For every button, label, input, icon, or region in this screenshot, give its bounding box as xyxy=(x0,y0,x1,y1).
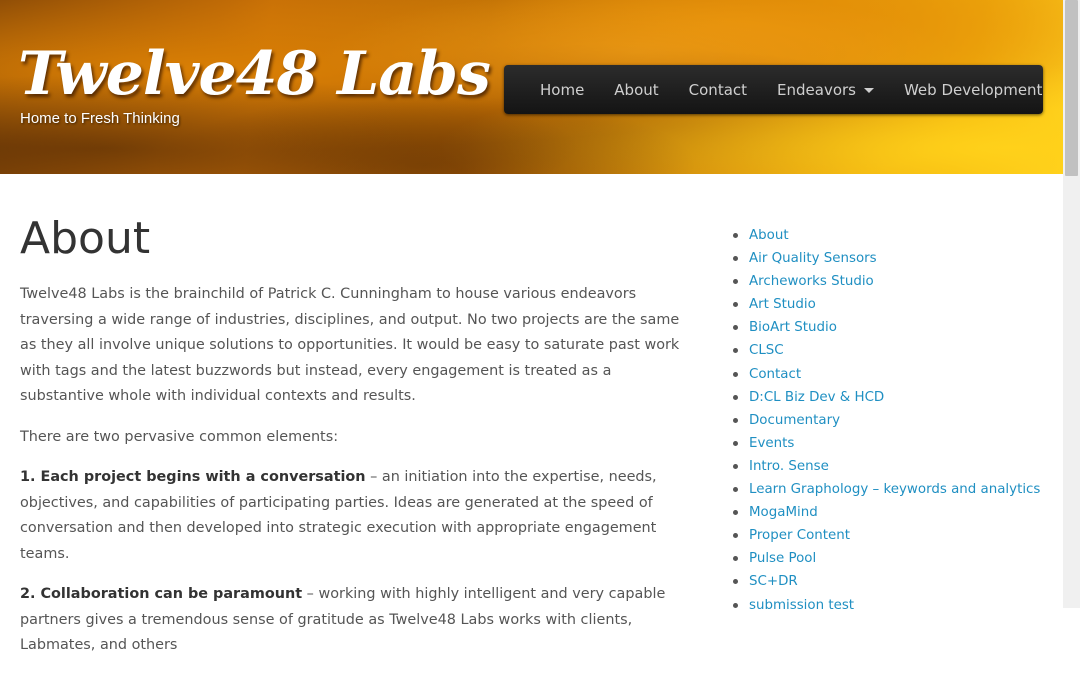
sidebar-item: Art Studio xyxy=(733,293,1053,316)
sidebar-link-dcl-biz-dev[interactable]: D:CL Biz Dev & HCD xyxy=(749,390,884,405)
main-navbar: Home About Contact Endeavors Web Develop… xyxy=(504,65,1043,114)
point-two-paragraph: 2. Collaboration can be paramount – work… xyxy=(20,582,690,659)
scrollbar-thumb[interactable] xyxy=(1065,0,1078,176)
page-scrollbar[interactable] xyxy=(1063,0,1080,608)
sidebar-item: About xyxy=(733,224,1053,247)
sidebar-item: MogaMind xyxy=(733,501,1053,524)
nav-contact-label: Contact xyxy=(688,80,748,99)
sidebar-item: BioArt Studio xyxy=(733,316,1053,339)
sidebar-link-mogamind[interactable]: MogaMind xyxy=(749,505,818,520)
sidebar-link-clsc[interactable]: CLSC xyxy=(749,343,784,358)
point-one-paragraph: 1. Each project begins with a conversati… xyxy=(20,465,690,567)
sidebar-item: Events xyxy=(733,432,1053,455)
sidebar-item: Proper Content xyxy=(733,524,1053,547)
sidebar-item: submission test xyxy=(733,594,1053,617)
sidebar-item: SC+DR xyxy=(733,570,1053,593)
nav-web-development-label: Web Development xyxy=(903,80,1043,99)
main-content: About Twelve48 Labs is the brainchild of… xyxy=(20,210,690,674)
common-elements-paragraph: There are two pervasive common elements: xyxy=(20,428,339,445)
sidebar-link-intro-sense[interactable]: Intro. Sense xyxy=(749,459,829,474)
sidebar-item: Pulse Pool xyxy=(733,547,1053,570)
site-logo-title[interactable]: Twelve48 Labs xyxy=(18,36,491,112)
sidebar-link-about[interactable]: About xyxy=(749,228,789,243)
nav-item-endeavors[interactable]: Endeavors xyxy=(762,81,889,99)
sidebar-link-submission-test[interactable]: submission test xyxy=(749,598,854,613)
nav-item-web-development[interactable]: Web Development xyxy=(889,81,1057,99)
sidebar-link-air-quality-sensors[interactable]: Air Quality Sensors xyxy=(749,251,877,266)
site-header: Twelve48 Labs Home to Fresh Thinking Hom… xyxy=(0,0,1063,174)
nav-endeavors-label: Endeavors xyxy=(777,80,856,99)
sidebar-item: Documentary xyxy=(733,409,1053,432)
sidebar-link-proper-content[interactable]: Proper Content xyxy=(749,528,850,543)
sidebar-link-bioart-studio[interactable]: BioArt Studio xyxy=(749,320,837,335)
sidebar-item: Learn Graphology – keywords and analytic… xyxy=(733,478,1053,501)
sidebar-item: Air Quality Sensors xyxy=(733,247,1053,270)
sidebar-item: Contact xyxy=(733,363,1053,386)
nav-about-label: About xyxy=(614,80,659,99)
sidebar-link-archeworks-studio[interactable]: Archeworks Studio xyxy=(749,274,874,289)
intro-paragraph: Twelve48 Labs is the brainchild of Patri… xyxy=(20,286,680,404)
nav-item-contact[interactable]: Contact xyxy=(674,81,762,99)
site-tagline: Home to Fresh Thinking xyxy=(20,110,180,127)
sidebar-page-list: About Air Quality Sensors Archeworks Stu… xyxy=(733,224,1053,617)
sidebar-link-learn-graphology[interactable]: Learn Graphology – keywords and analytic… xyxy=(749,482,1040,497)
point-one-heading: 1. Each project begins with a conversati… xyxy=(20,469,366,485)
sidebar-link-art-studio[interactable]: Art Studio xyxy=(749,297,816,312)
page-title: About xyxy=(20,213,151,264)
chevron-down-icon xyxy=(863,88,874,93)
sidebar-item: Intro. Sense xyxy=(733,455,1053,478)
sidebar-item: CLSC xyxy=(733,339,1053,362)
sidebar-link-events[interactable]: Events xyxy=(749,436,794,451)
sidebar-item: D:CL Biz Dev & HCD xyxy=(733,386,1053,409)
point-two-heading: 2. Collaboration can be paramount xyxy=(20,586,303,602)
sidebar-link-sc-dr[interactable]: SC+DR xyxy=(749,574,798,589)
nav-item-home[interactable]: Home xyxy=(525,81,599,99)
nav-item-about[interactable]: About xyxy=(599,81,673,99)
sidebar-link-contact[interactable]: Contact xyxy=(749,367,801,382)
nav-home-label: Home xyxy=(540,80,585,99)
sidebar-item: Archeworks Studio xyxy=(733,270,1053,293)
sidebar-link-pulse-pool[interactable]: Pulse Pool xyxy=(749,551,816,566)
sidebar-link-documentary[interactable]: Documentary xyxy=(749,413,840,428)
